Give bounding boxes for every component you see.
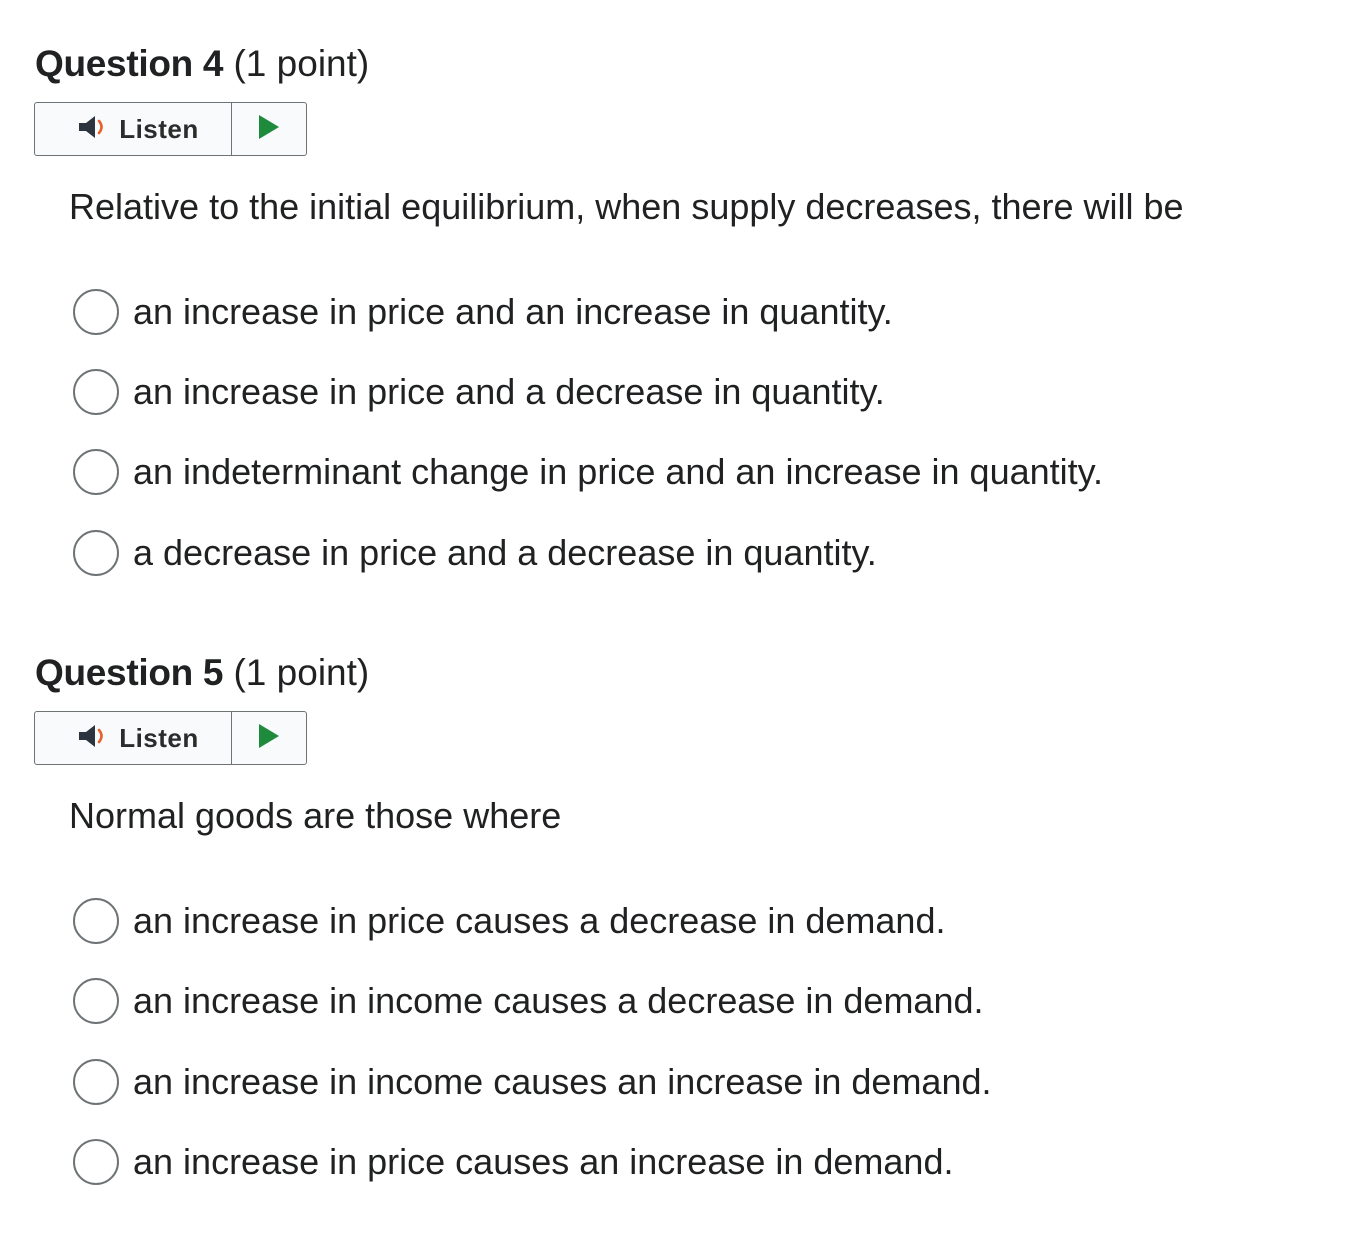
play-icon <box>257 723 281 754</box>
question-points: (1 point) <box>233 652 370 693</box>
answer-option[interactable]: an increase in price and an increase in … <box>73 287 893 337</box>
radio-button[interactable] <box>73 530 119 576</box>
option-label: an indeterminant change in price and an … <box>133 451 1103 492</box>
option-label: an increase in price and an increase in … <box>133 291 893 332</box>
listen-widget: Listen <box>34 711 307 765</box>
option-label: an increase in income causes an increase… <box>133 1061 992 1102</box>
play-icon <box>257 114 281 145</box>
option-label: an increase in price and a decrease in q… <box>133 371 885 412</box>
listen-button[interactable]: Listen <box>35 712 232 764</box>
speaker-icon <box>77 114 111 145</box>
option-label: an increase in price causes an increase … <box>133 1141 954 1182</box>
answer-option[interactable]: an increase in price causes an increase … <box>73 1137 953 1187</box>
option-label: a decrease in price and a decrease in qu… <box>133 532 877 573</box>
listen-label: Listen <box>119 722 199 753</box>
play-button[interactable] <box>232 712 306 764</box>
radio-button[interactable] <box>73 1059 119 1105</box>
question-title: Question 5 (1 point) <box>35 651 369 695</box>
listen-button[interactable]: Listen <box>35 103 232 155</box>
answer-option[interactable]: an increase in price causes a decrease i… <box>73 896 945 946</box>
answer-option[interactable]: an increase in price and a decrease in q… <box>73 367 885 417</box>
question-label: Question 4 <box>35 43 224 84</box>
answer-option[interactable]: an indeterminant change in price and an … <box>73 447 1103 497</box>
question-prompt: Relative to the initial equilibrium, whe… <box>69 186 1184 227</box>
answer-option[interactable]: a decrease in price and a decrease in qu… <box>73 528 877 578</box>
question-points: (1 point) <box>233 43 370 84</box>
radio-button[interactable] <box>73 289 119 335</box>
play-button[interactable] <box>232 103 306 155</box>
answer-option[interactable]: an increase in income causes a decrease … <box>73 976 984 1026</box>
listen-label: Listen <box>119 113 199 144</box>
radio-button[interactable] <box>73 1139 119 1185</box>
radio-button[interactable] <box>73 978 119 1024</box>
radio-button[interactable] <box>73 898 119 944</box>
question-prompt: Normal goods are those where <box>69 795 562 836</box>
question-title: Question 4 (1 point) <box>35 42 369 86</box>
option-label: an increase in income causes a decrease … <box>133 980 984 1021</box>
question-label: Question 5 <box>35 652 224 693</box>
listen-widget: Listen <box>34 102 307 156</box>
radio-button[interactable] <box>73 449 119 495</box>
option-label: an increase in price causes a decrease i… <box>133 900 946 941</box>
answer-option[interactable]: an increase in income causes an increase… <box>73 1057 992 1107</box>
speaker-icon <box>77 723 111 754</box>
radio-button[interactable] <box>73 369 119 415</box>
